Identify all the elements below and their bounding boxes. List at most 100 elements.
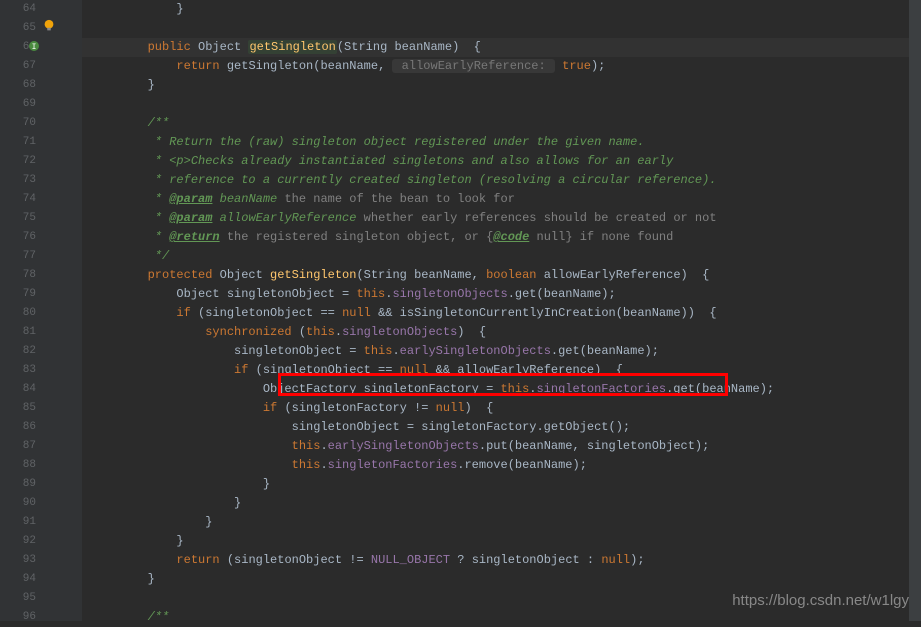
line-number: 91 xyxy=(0,513,36,532)
code-line[interactable]: Object singletonObject = this.singletonO… xyxy=(90,285,921,304)
code-line[interactable]: protected Object getSingleton(String bea… xyxy=(90,266,921,285)
code-token: * xyxy=(148,230,170,244)
line-number: 79 xyxy=(0,285,36,304)
line-number: 64 xyxy=(0,0,36,19)
code-line[interactable]: } xyxy=(90,513,921,532)
line-number: 78 xyxy=(0,266,36,285)
code-token: (String beanName) { xyxy=(337,40,481,54)
code-line[interactable]: Ipublic Object getSingleton(String beanN… xyxy=(90,38,921,57)
code-token: } xyxy=(148,78,155,92)
code-token: null xyxy=(342,306,371,320)
code-token: ? singletonObject : xyxy=(450,553,601,567)
code-token: earlySingletonObjects xyxy=(400,344,551,358)
code-token: whether early references should be creat… xyxy=(356,211,716,225)
code-token: NULL_OBJECT xyxy=(371,553,450,567)
fold-gutter[interactable] xyxy=(42,0,82,621)
code-token: ) { xyxy=(457,325,486,339)
code-line[interactable]: singletonObject = singletonFactory.getOb… xyxy=(90,418,921,437)
line-number: 90 xyxy=(0,494,36,513)
code-line[interactable]: * @return the registered singleton objec… xyxy=(90,228,921,247)
code-line[interactable]: /** xyxy=(90,114,921,133)
intention-bulb-icon[interactable] xyxy=(42,19,56,33)
code-token: } xyxy=(263,477,270,491)
code-editor[interactable]: 6465666768697071727374757677787980818283… xyxy=(0,0,921,621)
code-line[interactable]: } xyxy=(90,475,921,494)
code-line[interactable]: * Return the (raw) singleton object regi… xyxy=(90,133,921,152)
code-token: singletonObject = singletonFactory.getOb… xyxy=(292,420,630,434)
code-line[interactable]: * @param allowEarlyReference whether ear… xyxy=(90,209,921,228)
code-token: } xyxy=(176,2,183,16)
code-line[interactable]: this.earlySingletonObjects.put(beanName,… xyxy=(90,437,921,456)
code-token: ); xyxy=(630,553,644,567)
code-area[interactable]: } Ipublic Object getSingleton(String bea… xyxy=(82,0,921,621)
code-token: (singletonObject != xyxy=(227,553,371,567)
line-number: 86 xyxy=(0,418,36,437)
code-line[interactable]: if (singletonObject == null && allowEarl… xyxy=(90,361,921,380)
code-line[interactable]: * <p>Checks already instantiated singlet… xyxy=(90,152,921,171)
code-token: } xyxy=(205,515,212,529)
code-token: (singletonObject == xyxy=(198,306,342,320)
code-line[interactable]: } xyxy=(90,76,921,95)
code-line[interactable]: if (singletonFactory != null) { xyxy=(90,399,921,418)
code-line[interactable]: this.singletonFactories.remove(beanName)… xyxy=(90,456,921,475)
line-number: 71 xyxy=(0,133,36,152)
code-token: . xyxy=(335,325,342,339)
code-line[interactable]: } xyxy=(90,0,921,19)
line-number: 65 xyxy=(0,19,36,38)
line-number: 69 xyxy=(0,95,36,114)
line-number: 88 xyxy=(0,456,36,475)
code-line[interactable]: */ xyxy=(90,247,921,266)
code-token: * Return the (raw) singleton object regi… xyxy=(148,135,645,149)
code-token: getSingleton(beanName, xyxy=(227,59,393,73)
code-line[interactable]: } xyxy=(90,494,921,513)
code-token: beanName xyxy=(212,192,277,206)
code-token: singletonFactories xyxy=(328,458,458,472)
code-token: * xyxy=(148,192,170,206)
code-line[interactable]: synchronized (this.singletonObjects) { xyxy=(90,323,921,342)
code-line[interactable]: ObjectFactory singletonFactory = this.si… xyxy=(90,380,921,399)
watermark-text: https://blog.csdn.net/w1lgy xyxy=(732,592,909,609)
line-number: 67 xyxy=(0,57,36,76)
code-token: null} if none found xyxy=(529,230,673,244)
code-token: allowEarlyReference xyxy=(212,211,356,225)
code-line[interactable]: return getSingleton(beanName, allowEarly… xyxy=(90,57,921,76)
code-line[interactable]: } xyxy=(90,570,921,589)
code-token: this xyxy=(292,458,321,472)
code-token: @code xyxy=(493,230,529,244)
line-number: 93 xyxy=(0,551,36,570)
code-line[interactable]: * reference to a currently created singl… xyxy=(90,171,921,190)
line-number-gutter: 6465666768697071727374757677787980818283… xyxy=(0,0,42,621)
code-line[interactable]: return (singletonObject != NULL_OBJECT ?… xyxy=(90,551,921,570)
code-line[interactable]: * @param beanName the name of the bean t… xyxy=(90,190,921,209)
code-token: (singletonFactory != xyxy=(284,401,435,415)
code-token: .get(beanName); xyxy=(508,287,616,301)
line-number: 85 xyxy=(0,399,36,418)
code-token: (String beanName, xyxy=(356,268,486,282)
code-token: Object xyxy=(212,268,270,282)
code-token: if xyxy=(176,306,198,320)
code-token: /** xyxy=(148,116,170,130)
code-token: ObjectFactory singletonFactory = xyxy=(263,382,501,396)
line-number: 74 xyxy=(0,190,36,209)
code-token: Object xyxy=(191,40,249,54)
line-number: 89 xyxy=(0,475,36,494)
code-line[interactable] xyxy=(90,95,921,114)
code-token: return xyxy=(176,553,226,567)
line-number: 84 xyxy=(0,380,36,399)
line-number: 82 xyxy=(0,342,36,361)
line-number: 81 xyxy=(0,323,36,342)
code-token: * xyxy=(148,211,170,225)
code-line[interactable]: if (singletonObject == null && isSinglet… xyxy=(90,304,921,323)
svg-text:I: I xyxy=(32,43,37,52)
code-line[interactable]: singletonObject = this.earlySingletonObj… xyxy=(90,342,921,361)
implements-icon[interactable]: I xyxy=(28,40,40,59)
code-line[interactable]: /** xyxy=(90,608,921,627)
line-number: 77 xyxy=(0,247,36,266)
code-line[interactable] xyxy=(90,19,921,38)
code-token: this xyxy=(306,325,335,339)
line-number: 73 xyxy=(0,171,36,190)
code-token: .put(beanName, singletonObject); xyxy=(479,439,709,453)
line-number: 83 xyxy=(0,361,36,380)
code-line[interactable]: } xyxy=(90,532,921,551)
code-token: */ xyxy=(148,249,170,263)
